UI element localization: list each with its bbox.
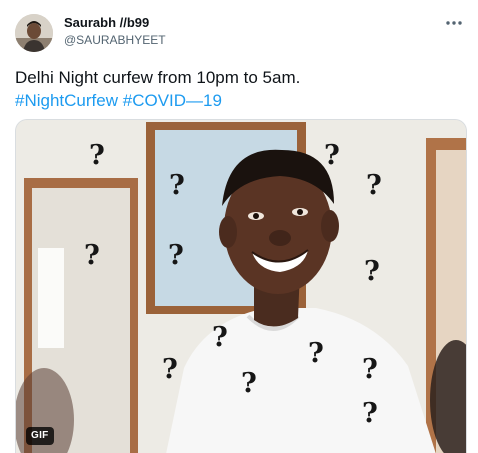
hashtag-nightcurfew[interactable]: #NightCurfew	[15, 91, 118, 110]
question-mark-glyph: ?	[308, 338, 324, 369]
question-mark-glyph: ?	[241, 368, 257, 399]
author-display-name[interactable]: Saurabh //b99	[64, 15, 149, 30]
hashtag-row: #NightCurfew #COVID—19	[15, 89, 465, 112]
gif-media[interactable]: ? ? ? ? ? ? ? ? ? ? ? ? ? GIF	[15, 119, 467, 453]
question-mark-glyph: ?	[362, 354, 378, 385]
question-mark-glyph: ?	[324, 140, 340, 171]
question-mark-glyph: ?	[212, 322, 228, 353]
gif-still-image	[16, 120, 466, 453]
hashtag-covid19[interactable]: #COVID—19	[123, 91, 222, 110]
question-mark-glyph: ?	[364, 256, 380, 287]
question-mark-glyph: ?	[84, 240, 100, 271]
question-mark-glyph: ?	[168, 240, 184, 271]
avatar-image	[15, 14, 53, 52]
question-mark-glyph: ?	[366, 170, 382, 201]
question-mark-glyph: ?	[89, 140, 105, 171]
tweet-card[interactable]: Saurabh //b99 @SAURABHYEET Delhi Night c…	[0, 0, 478, 453]
tweet-text: Delhi Night curfew from 10pm to 5am. #Ni…	[15, 66, 465, 112]
avatar[interactable]	[15, 14, 53, 52]
author-handle[interactable]: @SAURABHYEET	[64, 33, 166, 47]
gif-badge[interactable]: GIF	[26, 427, 54, 445]
more-horizontal-icon[interactable]	[444, 14, 464, 32]
question-mark-glyph: ?	[162, 354, 178, 385]
tweet-text-line: Delhi Night curfew from 10pm to 5am.	[15, 68, 301, 87]
question-mark-glyph: ?	[169, 170, 185, 201]
question-mark-glyph: ?	[362, 398, 378, 429]
